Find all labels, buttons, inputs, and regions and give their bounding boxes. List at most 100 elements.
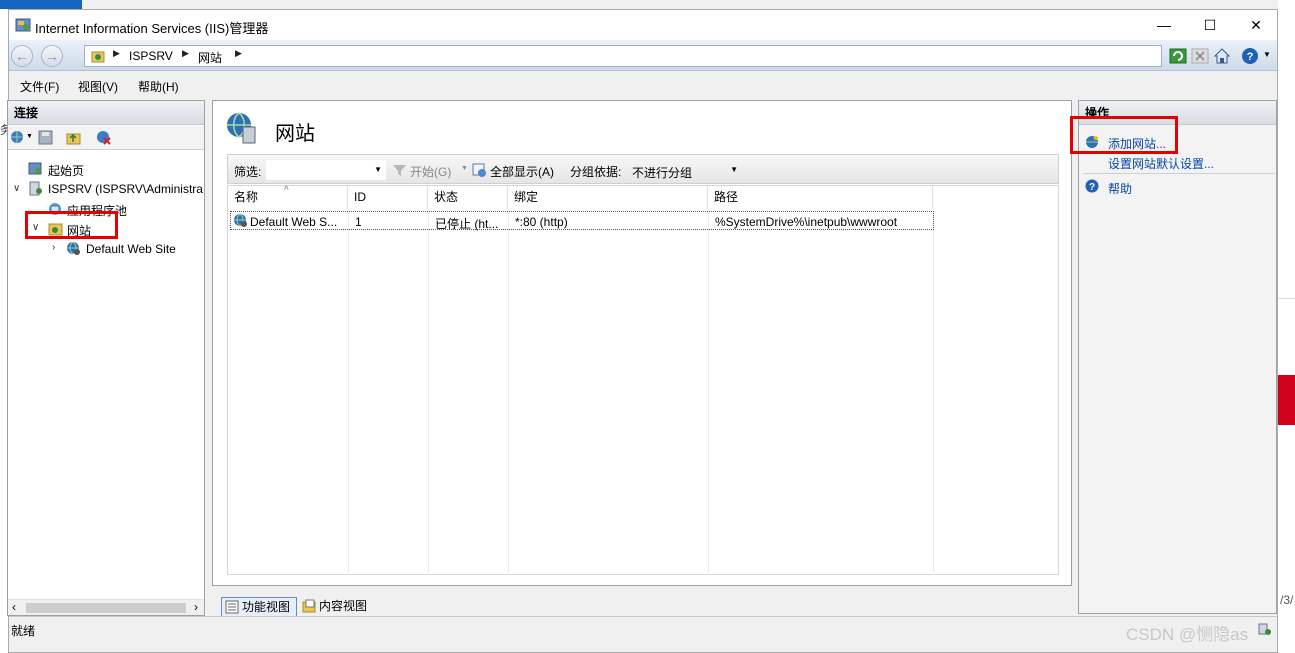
group-by-select[interactable]: 不进行分组 ▼ (628, 160, 742, 180)
breadcrumb-sites[interactable]: 网站 (198, 49, 222, 66)
highlight-box-add-site (1070, 116, 1178, 154)
center-pane: 网站 筛选: ▼ 开始(G) ▼ 全部显示(A) 分组依据: 不进行分组 ▼ 名 (212, 100, 1072, 617)
refresh-icon[interactable] (1169, 47, 1187, 65)
minimize-button[interactable]: — (1141, 10, 1187, 40)
tree-item-start-page[interactable]: 起始页 (48, 162, 84, 179)
help-icon: ? (1085, 179, 1099, 193)
up-folder-icon[interactable] (66, 130, 81, 145)
tab-content-view-label: 内容视图 (319, 599, 368, 613)
websites-globe-icon (227, 112, 256, 144)
svg-text:?: ? (1089, 182, 1095, 193)
table-row[interactable]: Default Web S... 1 已停止 (ht... *:80 (http… (230, 211, 934, 231)
background-text-right: /3/ (1280, 593, 1294, 607)
group-by-label: 分组依据: (570, 165, 622, 179)
content-view-icon (302, 599, 316, 613)
column-divider (508, 209, 509, 575)
cell-name: Default Web S... (250, 215, 338, 229)
column-header-binding[interactable]: 绑定 (508, 186, 708, 209)
filter-toolbar: 筛选: ▼ 开始(G) ▼ 全部显示(A) 分组依据: 不进行分组 ▼ (227, 154, 1059, 184)
cell-binding: *:80 (http) (515, 215, 568, 229)
chevron-down-icon[interactable]: ▼ (461, 165, 468, 172)
background-taskbar-accent (0, 0, 82, 9)
tab-content-view[interactable]: 内容视图 (299, 597, 375, 617)
scroll-right-icon[interactable]: › (194, 600, 198, 614)
connections-pane: 连接 ▼ 起始页 ∨ ISPSRV (ISPSRV\Administra 应用程… (7, 100, 205, 616)
chevron-down-icon[interactable]: ▼ (1263, 50, 1271, 59)
sites-folder-icon (91, 51, 105, 63)
scrollbar-thumb[interactable] (26, 603, 186, 613)
save-icon[interactable] (38, 130, 53, 145)
menu-file[interactable]: 文件(F) (20, 78, 59, 95)
address-bar[interactable]: ▶ ISPSRV ▶ 网站 ▶ (84, 45, 1162, 67)
breadcrumb-separator: ▶ (182, 48, 189, 58)
tree-item-server[interactable]: ISPSRV (ISPSRV\Administra (48, 182, 203, 196)
column-header-id[interactable]: ID (348, 186, 428, 209)
background-right (1278, 0, 1295, 653)
disconnect-icon[interactable] (96, 130, 111, 145)
sites-table: 名称 ^ ID 状态 绑定 路径 Default Web S... 1 已停止 … (227, 185, 1059, 575)
feature-view-icon (225, 600, 239, 614)
column-divider (708, 209, 709, 575)
connections-header: 连接 (8, 101, 204, 125)
site-defaults-link[interactable]: 设置网站默认设置... (1108, 155, 1214, 172)
actions-divider (1083, 173, 1275, 174)
breadcrumb-server[interactable]: ISPSRV (129, 49, 173, 63)
page-title: 网站 (275, 123, 315, 145)
tab-feature-view[interactable]: 功能视图 (221, 597, 297, 617)
cell-status: 已停止 (ht... (435, 217, 499, 231)
website-globe-icon (234, 213, 247, 227)
server-icon (29, 181, 42, 196)
horizontal-scrollbar[interactable]: ‹ › (8, 599, 204, 615)
window-title: Internet Information Services (IIS)管理器 (35, 21, 269, 36)
home-icon[interactable] (1213, 47, 1231, 65)
help-link[interactable]: 帮助 (1108, 180, 1132, 197)
status-text: 就绪 (11, 624, 36, 638)
chevron-down-icon[interactable]: ▼ (26, 133, 33, 140)
menu-bar: 文件(F) 视图(V) 帮助(H) (9, 72, 1277, 98)
filter-label: 筛选: (234, 165, 262, 179)
column-header-path[interactable]: 路径 (708, 186, 933, 209)
back-button[interactable]: ← (11, 45, 33, 67)
chevron-down-icon[interactable]: ∨ (13, 183, 20, 194)
menu-view[interactable]: 视图(V) (78, 78, 118, 95)
connect-globe-icon[interactable] (10, 130, 25, 145)
column-divider (933, 209, 934, 575)
sort-ascending-icon: ^ (284, 185, 289, 196)
filter-input[interactable]: ▼ (266, 160, 386, 180)
background-divider (1278, 298, 1295, 299)
status-network-icon (1258, 623, 1271, 635)
funnel-icon[interactable] (392, 163, 407, 178)
stop-icon[interactable] (1191, 47, 1209, 65)
watermark: CSDN @恻隐as (1126, 625, 1249, 644)
svg-text:?: ? (1247, 51, 1254, 63)
show-all-button[interactable]: 全部显示(A) (490, 163, 554, 180)
highlight-box-sites (25, 211, 118, 239)
chevron-down-icon[interactable]: ▼ (374, 165, 382, 174)
start-button[interactable]: 开始(G) (410, 163, 451, 180)
forward-button[interactable]: → (41, 45, 63, 67)
cell-path: %SystemDrive%\inetpub\wwwroot (715, 215, 898, 229)
actions-pane: 操作 添加网站... 设置网站默认设置... ? 帮助 (1078, 100, 1277, 614)
background-red-block (1278, 375, 1295, 425)
column-divider (428, 209, 429, 575)
breadcrumb-separator: ▶ (113, 48, 120, 58)
close-button[interactable]: ✕ (1233, 10, 1279, 40)
iis-manager-window: Internet Information Services (IIS)管理器 —… (7, 9, 1278, 653)
scroll-left-icon[interactable]: ‹ (12, 600, 16, 614)
tree-item-default-site[interactable]: Default Web Site (86, 242, 176, 256)
tab-feature-view-label: 功能视图 (242, 600, 291, 614)
menu-help[interactable]: 帮助(H) (138, 78, 179, 95)
title-bar: Internet Information Services (IIS)管理器 —… (9, 10, 1277, 40)
show-all-icon[interactable] (472, 163, 487, 178)
column-header-name[interactable]: 名称 ^ (228, 185, 348, 209)
navigation-bar: ← → ▶ ISPSRV ▶ 网站 ▶ ? ▼ (9, 41, 1277, 71)
connections-toolbar: ▼ (8, 126, 204, 150)
column-header-status[interactable]: 状态 (428, 186, 508, 209)
chevron-right-icon[interactable]: › (52, 242, 55, 253)
column-divider (348, 209, 349, 575)
iis-app-icon (15, 18, 31, 32)
chevron-down-icon[interactable]: ▼ (730, 165, 738, 174)
maximize-button[interactable]: ☐ (1187, 10, 1233, 40)
breadcrumb-separator: ▶ (235, 48, 242, 58)
help-dropdown-icon[interactable]: ? (1241, 47, 1259, 65)
